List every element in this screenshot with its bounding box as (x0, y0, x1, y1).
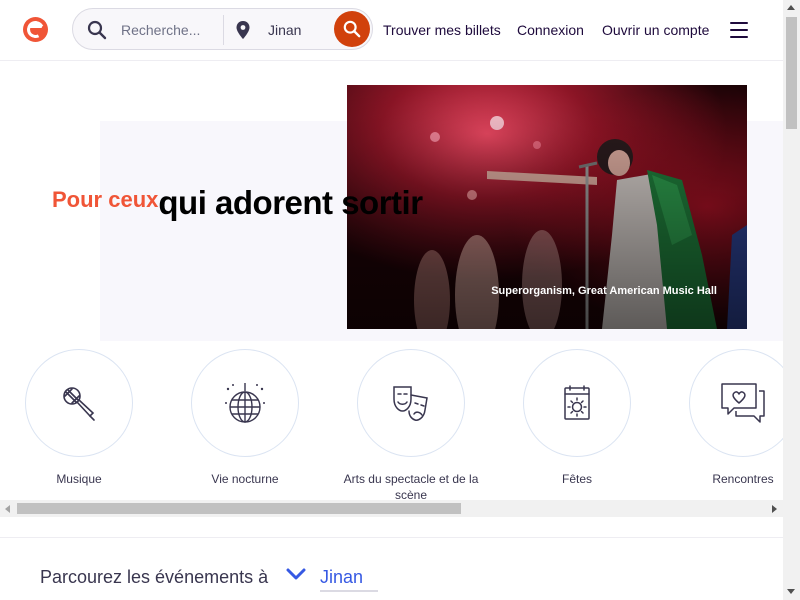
search-bar: Jinan (72, 8, 373, 50)
nav-find-tickets[interactable]: Trouver mes billets (383, 22, 501, 38)
disco-ball-icon (225, 383, 265, 423)
search-button[interactable] (334, 11, 370, 47)
category-label: Vie nocturne (211, 472, 279, 486)
section-divider (0, 537, 783, 538)
location-pin-icon (236, 21, 250, 39)
category-circle[interactable] (523, 349, 631, 457)
scroll-up-arrow[interactable] (787, 5, 795, 10)
category-dating[interactable]: Rencontres (668, 349, 783, 487)
photo-caption: Superorganism, Great American Music Hall (491, 285, 717, 297)
category-label: Rencontres (712, 472, 774, 486)
vertical-scrollbar[interactable] (783, 0, 800, 600)
search-divider (223, 15, 224, 45)
eventbrite-logo[interactable] (23, 17, 48, 42)
category-music[interactable]: Musique (4, 349, 154, 487)
hero-tagline: Pour ceuxqui adorent sortir (52, 184, 423, 222)
hamburger-menu-icon[interactable] (730, 22, 748, 38)
category-holidays[interactable]: Fêtes (502, 349, 652, 487)
chat-heart-icon (721, 383, 765, 423)
category-label: Arts du spectacle et de la scène (343, 472, 479, 500)
horizontal-scrollbar[interactable] (0, 500, 783, 517)
scroll-down-arrow[interactable] (787, 589, 795, 594)
category-circle[interactable] (357, 349, 465, 457)
search-icon (87, 20, 107, 40)
theater-masks-icon (393, 386, 428, 421)
category-performing-arts[interactable]: Arts du spectacle et de la scène (336, 349, 486, 500)
category-circle[interactable] (191, 349, 299, 457)
top-header: Jinan Trouver mes billets Connexion Ouvr… (0, 0, 783, 61)
hero-tagline-main: qui adorent sortir (158, 184, 423, 221)
browse-location-select[interactable]: Jinan (320, 567, 378, 592)
vertical-scroll-thumb[interactable] (786, 17, 797, 129)
scroll-left-arrow[interactable] (5, 505, 10, 513)
category-label: Musique (56, 472, 102, 486)
location-input[interactable]: Jinan (268, 22, 301, 38)
chevron-down-icon[interactable] (286, 567, 306, 581)
browse-title: Parcourez les événements à (40, 567, 269, 587)
search-input[interactable] (121, 20, 231, 40)
scroll-right-arrow[interactable] (772, 505, 777, 513)
microphone-icon (63, 387, 95, 421)
category-circle[interactable] (689, 349, 783, 457)
category-circle[interactable] (25, 349, 133, 457)
category-nightlife[interactable]: Vie nocturne (170, 349, 320, 487)
nav-signup[interactable]: Ouvrir un compte (602, 22, 709, 38)
search-icon (343, 20, 361, 38)
calendar-sun-icon (564, 385, 590, 420)
horizontal-scroll-thumb[interactable] (17, 503, 461, 514)
category-carousel: Musique Vie nocturne Arts du spectacle e… (0, 345, 783, 500)
hero-tagline-accent: Pour ceux (52, 187, 159, 212)
category-label: Fêtes (561, 472, 592, 486)
nav-login[interactable]: Connexion (517, 22, 584, 38)
